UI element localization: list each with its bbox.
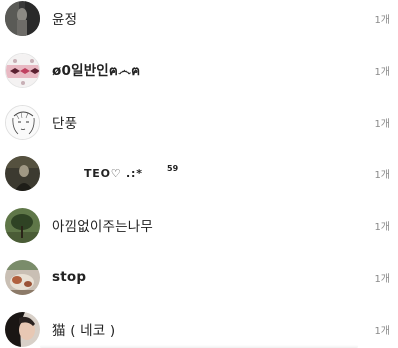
person-photo-avatar [5,311,40,347]
item-count: 1개 [374,66,390,78]
list-item[interactable]: 猫 ( 네코 ) 1개 [0,307,398,348]
list-item[interactable]: ø0일반인ฅ෴ฅ 1개 [0,48,398,92]
user-name: stop [52,269,87,285]
fish-pattern-avatar [5,52,40,88]
item-count: 1개 [374,273,390,285]
dark-figure-avatar [5,155,40,191]
sketch-face-avatar [5,104,40,140]
user-name: 아낌없이주는나무 [52,219,153,235]
list-item[interactable]: stop 1개 [0,255,398,299]
user-name: 윤정 [52,12,78,28]
list-item[interactable]: 아낌없이주는나무 1개 [0,203,398,247]
user-name: 猫 ( 네코 ) [52,323,116,339]
list-item[interactable]: TEO♡ .:* 59 1개 [0,151,398,195]
tree-avatar [5,207,40,243]
user-list: 윤정 1개 ø0일반인ฅ෴ฅ 1개 단풍 1개 TEO♡ .:* 59 1개 아… [0,0,398,348]
superscript-number: 59 [167,164,179,173]
user-name: 단풍 [52,116,78,132]
user-name: TEO♡ .:* [84,166,143,180]
item-count: 1개 [374,118,390,130]
dark-photo-avatar [5,0,40,36]
list-item[interactable]: 윤정 1개 [0,0,398,40]
item-count: 1개 [374,14,390,26]
user-name: ø0일반인ฅ෴ฅ [52,63,141,79]
cat-photo-avatar [5,259,40,295]
item-count: 1개 [374,221,390,233]
item-count: 1개 [374,325,390,337]
item-count: 1개 [374,169,390,181]
list-item[interactable]: 단풍 1개 [0,100,398,144]
